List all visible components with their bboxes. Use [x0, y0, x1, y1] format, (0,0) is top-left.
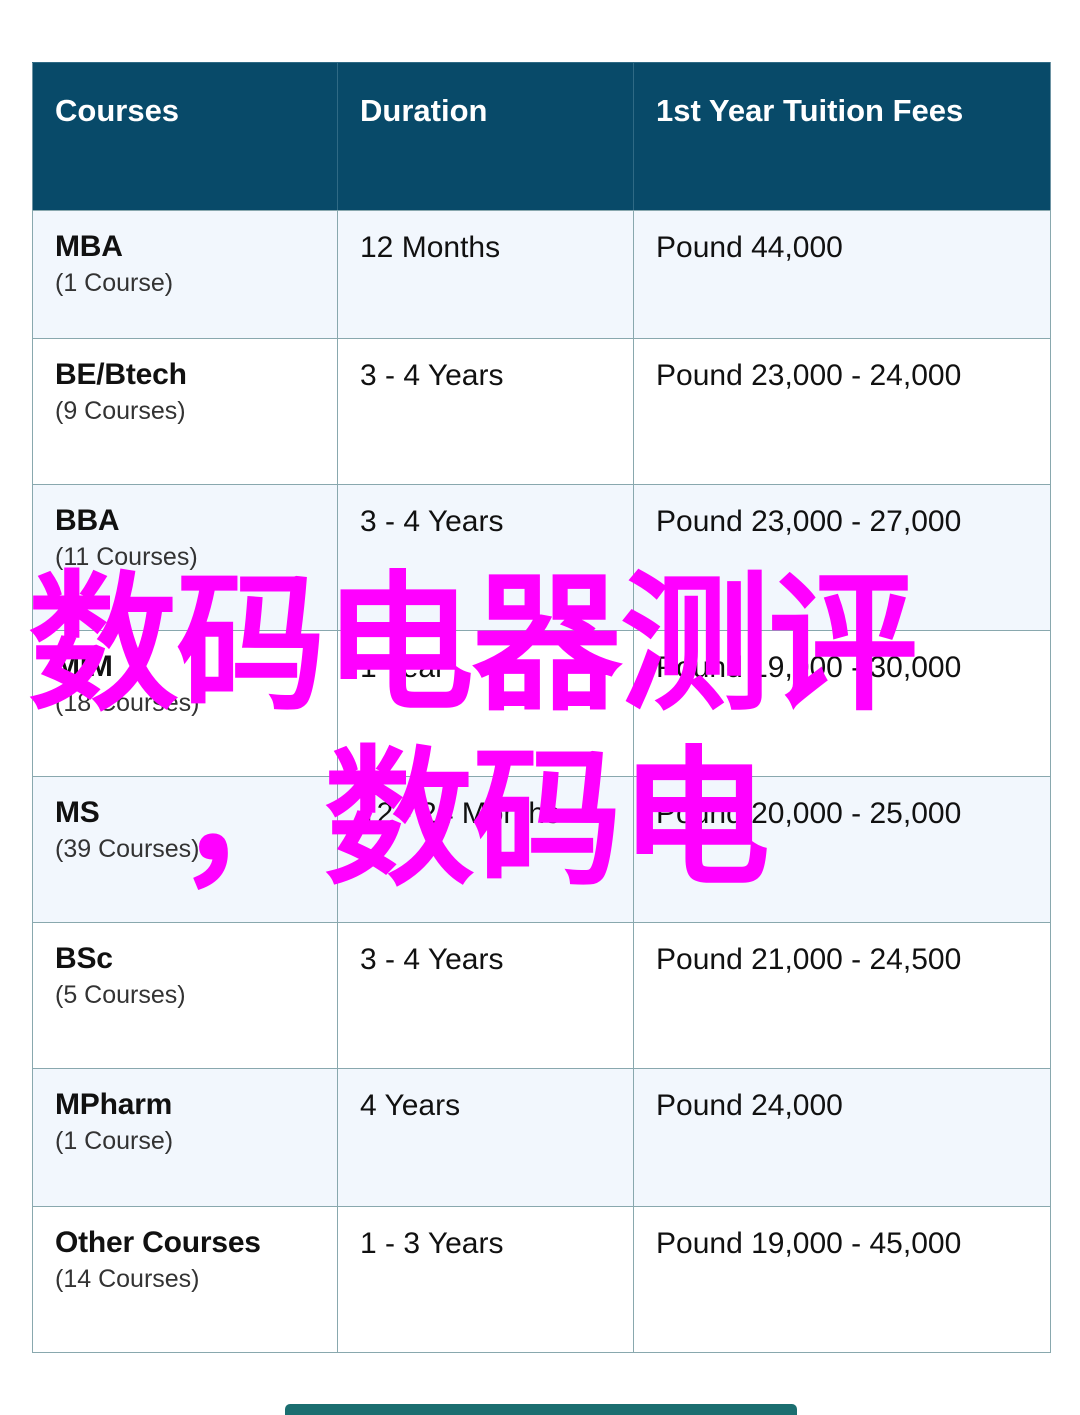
- cell-duration: 3 - 4 Years: [337, 484, 634, 631]
- bottom-teal-bar[interactable]: [285, 1404, 797, 1415]
- cell-duration: 1 - 3 Years: [337, 1206, 634, 1353]
- table-row: BSc (5 Courses) 3 - 4 Years Pound 21,000…: [32, 922, 1051, 1069]
- cell-duration: 3 - 4 Years: [337, 338, 634, 485]
- course-name: MIM: [55, 650, 113, 683]
- cell-fees: Pound 44,000: [633, 210, 1051, 339]
- course-count: (18 Courses): [55, 689, 200, 718]
- courses-fees-table-container: Courses Duration 1st Year Tuition Fees M…: [32, 62, 1051, 1353]
- cell-course: Other Courses (14 Courses): [32, 1206, 338, 1353]
- table-row: Other Courses (14 Courses) 1 - 3 Years P…: [32, 1206, 1051, 1353]
- course-name: MBA: [55, 230, 123, 263]
- column-header-courses: Courses: [32, 62, 338, 211]
- cell-course: MIM (18 Courses): [32, 630, 338, 777]
- cell-fees: Pound 19,000 - 45,000: [633, 1206, 1051, 1353]
- course-name: BE/Btech: [55, 358, 187, 391]
- course-count: (11 Courses): [55, 543, 198, 572]
- cell-fees: Pound 23,000 - 24,000: [633, 338, 1051, 485]
- table-row: BBA (11 Courses) 3 - 4 Years Pound 23,00…: [32, 484, 1051, 631]
- cell-fees: Pound 21,000 - 24,500: [633, 922, 1051, 1069]
- column-header-fees: 1st Year Tuition Fees: [633, 62, 1051, 211]
- cell-duration: 12 Months: [337, 210, 634, 339]
- course-count: (1 Course): [55, 1127, 174, 1156]
- cell-course: BBA (11 Courses): [32, 484, 338, 631]
- column-header-duration: Duration: [337, 62, 634, 211]
- cell-course: MBA (1 Course): [32, 210, 338, 339]
- table-row: MS (39 Courses) 12 - 24 Months Pound 20,…: [32, 776, 1051, 923]
- cell-fees: Pound 20,000 - 25,000: [633, 776, 1051, 923]
- table-row: MPharm (1 Course) 4 Years Pound 24,000: [32, 1068, 1051, 1207]
- cell-course: BSc (5 Courses): [32, 922, 338, 1069]
- course-count: (5 Courses): [55, 981, 186, 1010]
- cell-fees: Pound 24,000: [633, 1068, 1051, 1207]
- page-root: Courses Duration 1st Year Tuition Fees M…: [0, 0, 1080, 1415]
- courses-fees-table: Courses Duration 1st Year Tuition Fees M…: [32, 62, 1051, 1353]
- cell-duration: 12 - 24 Months: [337, 776, 634, 923]
- cell-fees: Pound 23,000 - 27,000: [633, 484, 1051, 631]
- cell-course: MPharm (1 Course): [32, 1068, 338, 1207]
- table-header-row: Courses Duration 1st Year Tuition Fees: [32, 62, 1051, 211]
- table-row: MIM (18 Courses) 1 Year Pound 19,000 - 3…: [32, 630, 1051, 777]
- table-header: Courses Duration 1st Year Tuition Fees: [32, 62, 1051, 211]
- course-count: (1 Course): [55, 269, 174, 298]
- course-name: BBA: [55, 504, 120, 537]
- cell-fees: Pound 19,000 - 30,000: [633, 630, 1051, 777]
- course-count: (14 Courses): [55, 1265, 200, 1294]
- course-name: MS: [55, 796, 100, 829]
- cell-duration: 1 Year: [337, 630, 634, 777]
- table-body: MBA (1 Course) 12 Months Pound 44,000 BE…: [32, 210, 1051, 1353]
- cell-duration: 4 Years: [337, 1068, 634, 1207]
- cell-course: MS (39 Courses): [32, 776, 338, 923]
- table-row: BE/Btech (9 Courses) 3 - 4 Years Pound 2…: [32, 338, 1051, 485]
- course-name: BSc: [55, 942, 113, 975]
- cell-duration: 3 - 4 Years: [337, 922, 634, 1069]
- table-row: MBA (1 Course) 12 Months Pound 44,000: [32, 210, 1051, 339]
- course-name: MPharm: [55, 1088, 173, 1121]
- course-count: (9 Courses): [55, 397, 186, 426]
- course-name: Other Courses: [55, 1226, 261, 1259]
- cell-course: BE/Btech (9 Courses): [32, 338, 338, 485]
- course-count: (39 Courses): [55, 835, 200, 864]
